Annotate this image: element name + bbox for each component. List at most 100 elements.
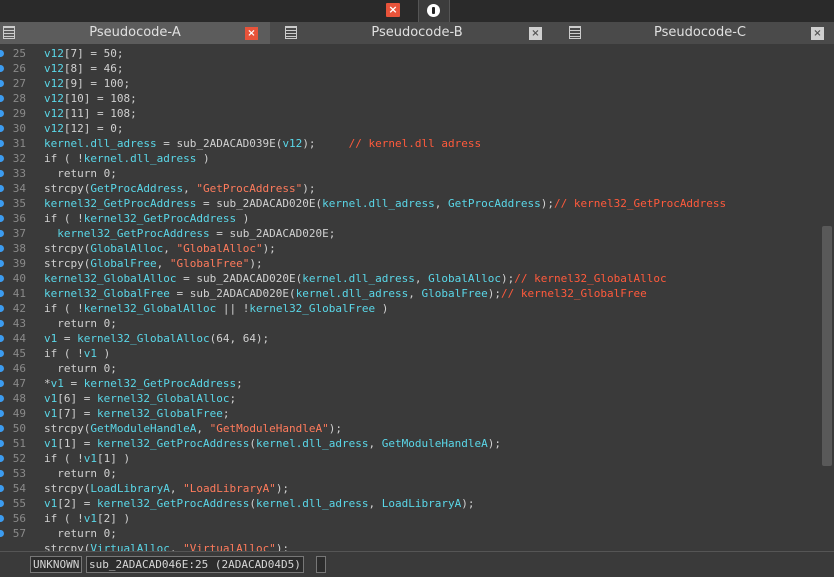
code-text[interactable]: kernel32_GetProcAddress = sub_2ADACAD020… <box>44 226 335 241</box>
code-line[interactable]: 41 kernel32_GlobalFree = sub_2ADACAD020E(… <box>0 286 820 301</box>
code-line[interactable]: strcpy(VirtualAlloc, "VirtualAlloc"); <box>0 541 820 551</box>
code-line[interactable]: 36 if ( !kernel32_GetProcAddress ) <box>0 211 820 226</box>
code-text[interactable]: return 0; <box>44 526 117 541</box>
breakpoint-marker-icon[interactable] <box>0 65 4 72</box>
code-line[interactable]: 48 v1[6] = kernel32_GlobalAlloc; <box>0 391 820 406</box>
code-text[interactable]: v1[7] = kernel32_GlobalFree; <box>44 406 229 421</box>
breakpoint-marker-icon[interactable] <box>0 200 4 207</box>
breakpoint-marker-icon[interactable] <box>0 485 4 492</box>
breakpoint-marker-icon[interactable] <box>0 380 4 387</box>
code-line[interactable]: 49 v1[7] = kernel32_GlobalFree; <box>0 406 820 421</box>
code-text[interactable]: return 0; <box>44 361 117 376</box>
pseudocode-editor[interactable]: 25 v12[7] = 50; 26 v12[8] = 46; 27 v12[9] = 1… <box>0 44 820 551</box>
scrollbar-thumb[interactable] <box>822 226 832 466</box>
code-text[interactable]: *v1 = kernel32_GetProcAddress; <box>44 376 243 391</box>
tab-close-button[interactable]: × <box>529 27 542 40</box>
code-line[interactable]: 52 if ( !v1[1] ) <box>0 451 820 466</box>
breakpoint-marker-icon[interactable] <box>0 215 4 222</box>
code-line[interactable]: 26 v12[8] = 46; <box>0 61 820 76</box>
breakpoint-marker-icon[interactable] <box>0 245 4 252</box>
code-text[interactable]: if ( !kernel32_GlobalAlloc || !kernel32_… <box>44 301 388 316</box>
code-text[interactable]: if ( !kernel32_GetProcAddress ) <box>44 211 249 226</box>
breakpoint-marker-icon[interactable] <box>0 530 4 537</box>
breakpoint-marker-icon[interactable] <box>0 110 4 117</box>
breakpoint-marker-icon[interactable] <box>0 155 4 162</box>
code-text[interactable]: if ( !v1[2] ) <box>44 511 130 526</box>
code-text[interactable]: strcpy(GlobalAlloc, "GlobalAlloc"); <box>44 241 276 256</box>
code-line[interactable]: 34 strcpy(GetProcAddress, "GetProcAddress… <box>0 181 820 196</box>
breakpoint-marker-icon[interactable] <box>0 290 4 297</box>
tab-close-button[interactable]: × <box>811 27 824 40</box>
breakpoint-marker-icon[interactable] <box>0 305 4 312</box>
code-text[interactable]: strcpy(GetProcAddress, "GetProcAddress")… <box>44 181 316 196</box>
code-text[interactable]: v1[1] = kernel32_GetProcAddress(kernel.d… <box>44 436 501 451</box>
code-line[interactable]: 51 v1[1] = kernel32_GetProcAddress(kernel… <box>0 436 820 451</box>
code-text[interactable]: kernel32_GlobalFree = sub_2ADACAD020E(ke… <box>44 286 647 301</box>
code-text[interactable]: strcpy(GlobalFree, "GlobalFree"); <box>44 256 263 271</box>
code-line[interactable]: 42 if ( !kernel32_GlobalAlloc || !kernel3… <box>0 301 820 316</box>
code-line[interactable]: 25 v12[7] = 50; <box>0 46 820 61</box>
breakpoint-marker-icon[interactable] <box>0 170 4 177</box>
code-line[interactable]: 28 v12[10] = 108; <box>0 91 820 106</box>
code-line[interactable]: 38 strcpy(GlobalAlloc, "GlobalAlloc"); <box>0 241 820 256</box>
breakpoint-marker-icon[interactable] <box>0 140 4 147</box>
code-line[interactable]: 30 v12[12] = 0; <box>0 121 820 136</box>
code-line[interactable]: 55 v1[2] = kernel32_GetProcAddress(kernel… <box>0 496 820 511</box>
code-line[interactable]: 50 strcpy(GetModuleHandleA, "GetModuleHan… <box>0 421 820 436</box>
close-window-button[interactable]: × <box>386 3 400 17</box>
code-line[interactable]: 54 strcpy(LoadLibraryA, "LoadLibraryA"); <box>0 481 820 496</box>
code-line[interactable]: 32 if ( !kernel.dll_adress ) <box>0 151 820 166</box>
tab-close-button[interactable]: × <box>245 27 258 40</box>
breakpoint-marker-icon[interactable] <box>0 125 4 132</box>
code-line[interactable]: 47 *v1 = kernel32_GetProcAddress; <box>0 376 820 391</box>
code-text[interactable]: kernel32_GlobalAlloc = sub_2ADACAD020E(k… <box>44 271 667 286</box>
code-line[interactable]: 31 kernel.dll_adress = sub_2ADACAD039E(v1… <box>0 136 820 151</box>
breakpoint-marker-icon[interactable] <box>0 440 4 447</box>
breakpoint-marker-icon[interactable] <box>0 395 4 402</box>
code-text[interactable]: kernel32_GetProcAddress = sub_2ADACAD020… <box>44 196 726 211</box>
code-line[interactable]: 45 if ( !v1 ) <box>0 346 820 361</box>
code-text[interactable]: v12[11] = 108; <box>44 106 137 121</box>
breakpoint-marker-icon[interactable] <box>0 275 4 282</box>
code-text[interactable]: v12[10] = 108; <box>44 91 137 106</box>
code-line[interactable]: 46 return 0; <box>0 361 820 376</box>
code-text[interactable]: return 0; <box>44 316 117 331</box>
breakpoint-marker-icon[interactable] <box>0 470 4 477</box>
code-line[interactable]: 57 return 0; <box>0 526 820 541</box>
code-text[interactable]: v1 = kernel32_GlobalAlloc(64, 64); <box>44 331 269 346</box>
code-text[interactable]: if ( !v1[1] ) <box>44 451 130 466</box>
code-line[interactable]: 44 v1 = kernel32_GlobalAlloc(64, 64); <box>0 331 820 346</box>
breakpoint-marker-icon[interactable] <box>0 185 4 192</box>
breakpoint-marker-icon[interactable] <box>0 230 4 237</box>
code-line[interactable]: 43 return 0; <box>0 316 820 331</box>
tab-pseudocode-a[interactable]: Pseudocode-A × <box>0 22 270 44</box>
breakpoint-marker-icon[interactable] <box>0 350 4 357</box>
code-line[interactable]: 39 strcpy(GlobalFree, "GlobalFree"); <box>0 256 820 271</box>
breakpoint-marker-icon[interactable] <box>0 335 4 342</box>
breakpoint-marker-icon[interactable] <box>0 50 4 57</box>
code-text[interactable]: v12[9] = 100; <box>44 76 130 91</box>
vertical-scrollbar[interactable] <box>820 44 834 551</box>
code-line[interactable]: 35 kernel32_GetProcAddress = sub_2ADACAD0… <box>0 196 820 211</box>
code-text[interactable]: v12[12] = 0; <box>44 121 123 136</box>
code-line[interactable]: 37 kernel32_GetProcAddress = sub_2ADACAD… <box>0 226 820 241</box>
code-line[interactable]: 29 v12[11] = 108; <box>0 106 820 121</box>
code-text[interactable]: kernel.dll_adress = sub_2ADACAD039E(v12)… <box>44 136 481 151</box>
code-text[interactable]: v1[2] = kernel32_GetProcAddress(kernel.d… <box>44 496 475 511</box>
breakpoint-marker-icon[interactable] <box>0 500 4 507</box>
code-text[interactable]: if ( !v1 ) <box>44 346 110 361</box>
code-text[interactable]: v12[8] = 46; <box>44 61 123 76</box>
breakpoint-marker-icon[interactable] <box>0 80 4 87</box>
code-line[interactable]: 33 return 0; <box>0 166 820 181</box>
info-tab[interactable] <box>418 0 450 22</box>
breakpoint-marker-icon[interactable] <box>0 455 4 462</box>
code-text[interactable]: strcpy(VirtualAlloc, "VirtualAlloc"); <box>44 541 289 551</box>
tab-pseudocode-b[interactable]: Pseudocode-B × <box>282 22 552 44</box>
code-text[interactable]: v12[7] = 50; <box>44 46 123 61</box>
code-text[interactable]: if ( !kernel.dll_adress ) <box>44 151 210 166</box>
code-line[interactable]: 56 if ( !v1[2] ) <box>0 511 820 526</box>
tab-pseudocode-c[interactable]: Pseudocode-C × <box>566 22 834 44</box>
code-text[interactable]: strcpy(LoadLibraryA, "LoadLibraryA"); <box>44 481 289 496</box>
breakpoint-marker-icon[interactable] <box>0 515 4 522</box>
breakpoint-marker-icon[interactable] <box>0 95 4 102</box>
